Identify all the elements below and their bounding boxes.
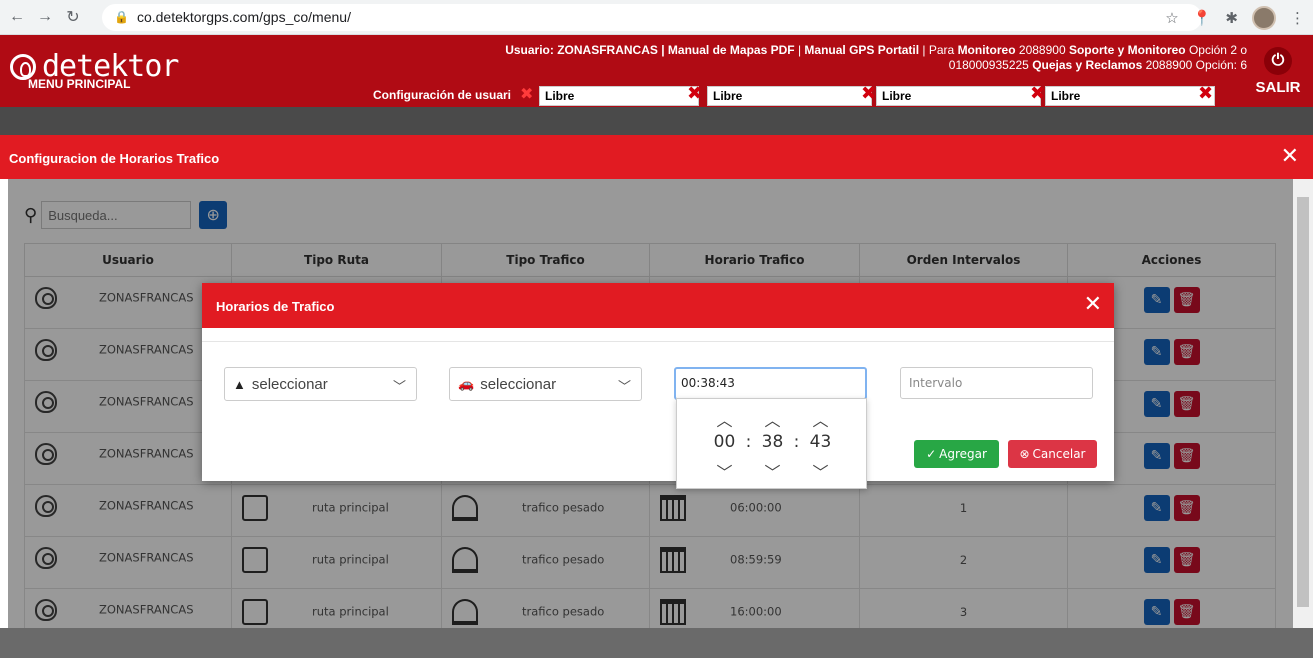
vehicle-slot-1[interactable]: Libre — [539, 86, 699, 106]
browser-menu-icon[interactable]: ⋮ — [1290, 9, 1305, 27]
logout-label: SALIR — [1255, 79, 1301, 96]
chevron-down-icon: ﹀ — [617, 379, 631, 394]
star-icon[interactable]: ☆ — [1165, 9, 1178, 27]
vehicle-slot-3[interactable]: Libre — [876, 86, 1041, 106]
time-picker: ︿ ︿ ︿ 00 : 38 : 43 ﹀ ﹀ ﹀ — [676, 398, 867, 489]
divider — [202, 341, 1114, 342]
page-title: Configuracion de Horarios Trafico — [9, 151, 220, 166]
app-header: detektor MENU PRINCIPAL Usuario: ZONASFR… — [0, 35, 1313, 107]
user-label: Usuario: ZONASFRANCAS | — [505, 43, 668, 57]
logo-mark-icon — [10, 53, 36, 80]
forward-arrow-icon[interactable]: → — [34, 6, 56, 28]
minute-up-chevron-icon[interactable]: ︿ — [753, 407, 793, 431]
second-up-chevron-icon[interactable]: ︿ — [801, 407, 841, 431]
chevron-down-icon: ﹀ — [392, 379, 406, 394]
back-arrow-icon[interactable]: ← — [6, 6, 28, 28]
minute-down-chevron-icon[interactable]: ﹀ — [753, 459, 793, 483]
intervalo-input[interactable]: Intervalo — [900, 367, 1093, 399]
header-separator — [0, 107, 1313, 135]
horario-time-input[interactable]: 00:38:43 — [674, 367, 867, 400]
avatar[interactable] — [1252, 5, 1276, 30]
vehicle-slot-2[interactable]: Libre — [707, 86, 872, 106]
separator: : — [745, 432, 752, 452]
minute-value[interactable]: 38 — [753, 432, 793, 452]
close-icon[interactable]: ✖ — [687, 83, 702, 104]
tipo-ruta-select[interactable]: ▲ seleccionar ﹀ — [224, 367, 417, 401]
lock-icon: 🔒 — [114, 10, 129, 24]
logout-button[interactable]: ⏻ SALIR — [1253, 47, 1303, 96]
menu-principal-label[interactable]: MENU PRINCIPAL — [28, 77, 130, 91]
address-bar[interactable]: 🔒 co.detektorgps.com/gps_co/menu/ — [102, 3, 1202, 31]
modal-title: Horarios de Trafico — [216, 299, 335, 314]
close-icon[interactable]: ✖ — [1198, 83, 1213, 104]
vehicle-slot-4[interactable]: Libre — [1045, 86, 1215, 106]
hour-down-chevron-icon[interactable]: ﹀ — [705, 459, 745, 483]
config-titlebar: Configuracion de Horarios Trafico ✕ — [0, 135, 1313, 179]
check-circle-icon: ✓ — [926, 447, 937, 461]
close-icon[interactable]: ✕ — [1281, 143, 1299, 169]
cancelar-label: Cancelar — [1032, 447, 1086, 461]
agregar-label: Agregar — [939, 447, 987, 461]
separator: : — [793, 432, 800, 452]
config-usuario-tab[interactable]: Configuración de usuari — [373, 88, 511, 102]
close-icon[interactable]: ✖ — [1030, 83, 1045, 104]
horarios-modal: Horarios de Trafico ✕ ▲ seleccionar ﹀ 🚗 … — [202, 283, 1114, 481]
hour-up-chevron-icon[interactable]: ︿ — [705, 407, 745, 431]
footer-bar — [0, 628, 1313, 658]
road-icon: ▲ — [233, 376, 246, 392]
agregar-button[interactable]: ✓ Agregar — [914, 440, 999, 468]
second-value[interactable]: 43 — [801, 432, 841, 452]
car-icon: 🚗 — [458, 376, 475, 391]
close-icon[interactable]: ✖ — [520, 84, 533, 104]
close-icon[interactable]: ✕ — [1084, 291, 1102, 317]
select-value: seleccionar — [480, 375, 557, 393]
manual-mapas-link[interactable]: Manual de Mapas PDF — [668, 43, 795, 57]
second-down-chevron-icon[interactable]: ﹀ — [801, 459, 841, 483]
extensions-icon[interactable]: ✱ — [1225, 9, 1238, 27]
power-icon: ⏻ — [1264, 47, 1292, 75]
scrollbar[interactable] — [1293, 179, 1313, 628]
manual-gps-link[interactable]: Manual GPS Portatil — [804, 43, 919, 57]
url-text: co.detektorgps.com/gps_co/menu/ — [136, 9, 351, 25]
hour-value[interactable]: 00 — [705, 432, 745, 452]
tipo-trafico-select[interactable]: 🚗 seleccionar ﹀ — [449, 367, 642, 401]
user-info: Usuario: ZONASFRANCAS | Manual de Mapas … — [505, 43, 1247, 72]
x-circle-icon: ⊗ — [1019, 447, 1030, 461]
cancelar-button[interactable]: ⊗ Cancelar — [1008, 440, 1097, 468]
close-icon[interactable]: ✖ — [861, 83, 876, 104]
browser-toolbar: ← → ↻ 🔒 co.detektorgps.com/gps_co/menu/ … — [0, 0, 1313, 35]
select-value: seleccionar — [251, 375, 328, 393]
reload-icon[interactable]: ↻ — [62, 6, 84, 28]
location-pin-icon[interactable]: 📍 — [1193, 9, 1212, 27]
scrollbar-thumb[interactable] — [1297, 197, 1309, 607]
modal-header: Horarios de Trafico ✕ — [202, 283, 1114, 328]
